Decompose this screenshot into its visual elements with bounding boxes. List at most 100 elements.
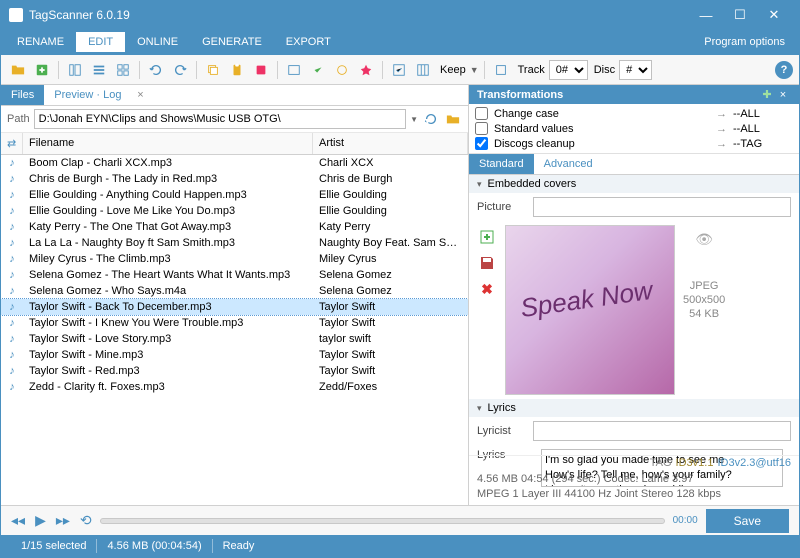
close-button[interactable]: ✕: [757, 7, 791, 23]
open-folder-icon[interactable]: [7, 59, 29, 81]
transformations-header: Transformations ✚ ×: [469, 85, 799, 104]
track-icon[interactable]: [490, 59, 512, 81]
transform-checkbox[interactable]: [475, 107, 488, 120]
action1-icon[interactable]: [283, 59, 305, 81]
tab-advanced[interactable]: Advanced: [534, 154, 603, 174]
cell-artist: Taylor Swift: [313, 317, 468, 329]
minimize-button[interactable]: —: [689, 8, 723, 23]
table-row[interactable]: ♪Taylor Swift - Red.mp3Taylor Swift: [1, 363, 468, 379]
col-artist[interactable]: Artist: [313, 133, 468, 154]
picture-input[interactable]: [533, 197, 791, 217]
next-button[interactable]: ▸▸: [56, 512, 70, 529]
table-row[interactable]: ♪Chris de Burgh - The Lady in Red.mp3Chr…: [1, 171, 468, 187]
picture-row: Picture: [469, 193, 799, 221]
disc-select[interactable]: #: [619, 60, 652, 80]
cover-delete-icon[interactable]: ✖: [477, 279, 497, 299]
transform-checkbox[interactable]: [475, 137, 488, 150]
menu-export[interactable]: EXPORT: [274, 32, 343, 52]
play-button[interactable]: ▶: [35, 512, 46, 529]
transform-value: --TAG: [733, 138, 793, 150]
tab-close-icon[interactable]: ×: [134, 89, 148, 101]
transform-add-icon[interactable]: ✚: [759, 88, 775, 101]
table-row[interactable]: ♪Selena Gomez - The Heart Wants What It …: [1, 267, 468, 283]
lyricist-input[interactable]: [533, 421, 791, 441]
path-input[interactable]: [34, 109, 406, 129]
rewind-button[interactable]: ⟲: [80, 512, 92, 529]
path-chevron-icon[interactable]: ▼: [410, 115, 418, 124]
view3-icon[interactable]: [112, 59, 134, 81]
cover-add-icon[interactable]: [477, 227, 497, 247]
view2-icon[interactable]: [88, 59, 110, 81]
prev-button[interactable]: ◂◂: [11, 512, 25, 529]
redo-icon[interactable]: [169, 59, 191, 81]
menu-online[interactable]: ONLINE: [125, 32, 190, 52]
table-row[interactable]: ♪Selena Gomez - Who Says.m4aSelena Gomez: [1, 283, 468, 299]
cell-artist: Taylor Swift: [313, 365, 468, 377]
cover-meta: 👁 JPEG 500x500 54 KB: [683, 225, 725, 395]
table-row[interactable]: ♪Taylor Swift - Mine.mp3Taylor Swift: [1, 347, 468, 363]
status-bar: 1/15 selected 4.56 MB (00:04:54) Ready: [1, 535, 799, 557]
cell-filename: Taylor Swift - I Knew You Were Trouble.m…: [23, 317, 313, 329]
titlebar: TagScanner 6.0.19 — ☐ ✕: [1, 1, 799, 29]
disc-label: Disc: [594, 64, 615, 76]
menu-edit[interactable]: EDIT: [76, 32, 125, 52]
table-row[interactable]: ♪Zedd - Clarity ft. Foxes.mp3Zedd/Foxes: [1, 379, 468, 395]
cell-filename: Taylor Swift - Back To December.mp3: [23, 301, 313, 313]
cover-save-icon[interactable]: [477, 253, 497, 273]
help-icon[interactable]: ?: [775, 61, 793, 79]
file-grid[interactable]: ⇄ Filename Artist ♪Boom Clap - Charli XC…: [1, 133, 468, 505]
table-row[interactable]: ♪Ellie Goulding - Anything Could Happen.…: [1, 187, 468, 203]
view1-icon[interactable]: [64, 59, 86, 81]
col-shuffle[interactable]: ⇄: [1, 133, 23, 154]
app-icon: [9, 8, 23, 22]
table-row[interactable]: ♪Katy Perry - The One That Got Away.mp3K…: [1, 219, 468, 235]
seek-slider[interactable]: [100, 518, 665, 524]
action2-icon[interactable]: [307, 59, 329, 81]
paste-icon[interactable]: [226, 59, 248, 81]
tab-files[interactable]: Files: [1, 85, 44, 105]
tab-standard[interactable]: Standard: [469, 154, 534, 174]
table-row[interactable]: ♪Taylor Swift - Back To December.mp3Tayl…: [1, 299, 468, 315]
columns-icon[interactable]: [412, 59, 434, 81]
copy-icon[interactable]: [202, 59, 224, 81]
menu-rename[interactable]: RENAME: [5, 32, 76, 52]
add-file-icon[interactable]: [31, 59, 53, 81]
cell-artist: Charli XCX: [313, 157, 468, 169]
status-size: 4.56 MB (00:04:54): [97, 540, 211, 552]
path-label: Path: [7, 113, 30, 125]
table-row[interactable]: ♪La La La - Naughty Boy ft Sam Smith.mp3…: [1, 235, 468, 251]
action3-icon[interactable]: [331, 59, 353, 81]
section-lyrics[interactable]: ▾ Lyrics: [469, 399, 799, 417]
chevron-down-icon: ▾: [477, 179, 482, 190]
track-select[interactable]: 0#: [549, 60, 588, 80]
status-ready: Ready: [213, 540, 265, 552]
action4-icon[interactable]: [355, 59, 377, 81]
tab-preview[interactable]: Preview · Log: [44, 85, 131, 105]
maximize-button[interactable]: ☐: [723, 7, 757, 23]
undo-icon[interactable]: [145, 59, 167, 81]
cell-filename: Taylor Swift - Love Story.mp3: [23, 333, 313, 345]
table-row[interactable]: ♪Taylor Swift - I Knew You Were Trouble.…: [1, 315, 468, 331]
table-row[interactable]: ♪Ellie Goulding - Love Me Like You Do.mp…: [1, 203, 468, 219]
path-go-icon[interactable]: [422, 110, 440, 128]
menu-generate[interactable]: GENERATE: [190, 32, 274, 52]
menu-program-options[interactable]: Program options: [694, 32, 795, 52]
transform-close-icon[interactable]: ×: [775, 89, 791, 101]
section-covers[interactable]: ▾ Embedded covers: [469, 175, 799, 193]
cell-artist: Ellie Goulding: [313, 205, 468, 217]
select-all-icon[interactable]: [388, 59, 410, 81]
save-button[interactable]: Save: [706, 509, 789, 533]
file-icon: ♪: [1, 237, 23, 249]
eye-icon[interactable]: 👁: [695, 231, 713, 248]
table-row[interactable]: ♪Miley Cyrus - The Climb.mp3Miley Cyrus: [1, 251, 468, 267]
keep-chevron-icon[interactable]: ▼: [470, 65, 479, 75]
table-row[interactable]: ♪Taylor Swift - Love Story.mp3taylor swi…: [1, 331, 468, 347]
cover-row: ✖ Speak Now 👁 JPEG 500x500 54 KB: [469, 221, 799, 399]
clear-icon[interactable]: [250, 59, 272, 81]
col-filename[interactable]: Filename: [23, 133, 313, 154]
path-browse-icon[interactable]: [444, 110, 462, 128]
transform-checkbox[interactable]: [475, 122, 488, 135]
player-bar: ◂◂ ▶ ▸▸ ⟲ 00:00 Save: [1, 505, 799, 535]
table-row[interactable]: ♪Boom Clap - Charli XCX.mp3Charli XCX: [1, 155, 468, 171]
cover-image[interactable]: Speak Now: [505, 225, 675, 395]
